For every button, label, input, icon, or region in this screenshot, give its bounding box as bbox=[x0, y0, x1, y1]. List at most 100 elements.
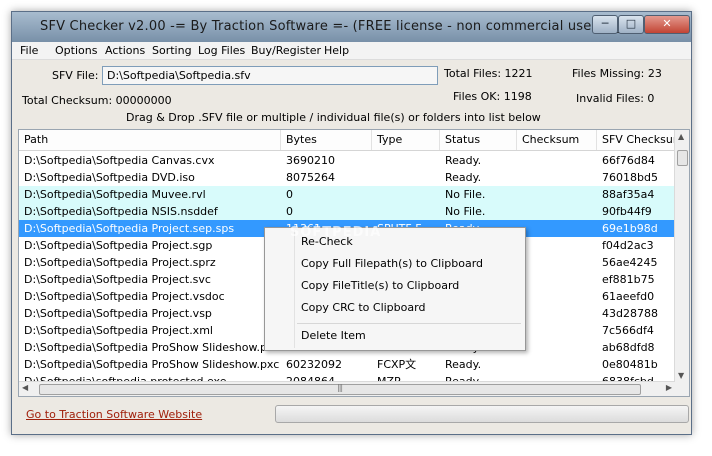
cell-checksum bbox=[517, 237, 597, 254]
menu-actions[interactable]: Actions bbox=[105, 44, 145, 57]
column-checksum[interactable]: Checksum bbox=[517, 130, 597, 150]
menu-bar: File Options Actions Sorting Log Files B… bbox=[12, 42, 691, 60]
cell-checksum bbox=[517, 322, 597, 339]
cell-path: D:\Softpedia\Softpedia NSIS.nsddef bbox=[24, 205, 218, 218]
watermark: SOFTPEDIA bbox=[290, 225, 382, 240]
files-ok: Files OK: 1198 bbox=[453, 90, 532, 103]
cell-sfv-checksum: 43d28788 bbox=[602, 307, 658, 320]
cell-path: D:\Softpedia\Softpedia Project.vsdoc bbox=[24, 290, 225, 303]
context-separator bbox=[297, 323, 521, 324]
menu-buy-register[interactable]: Buy/Register bbox=[251, 44, 321, 57]
context-menu: Re-Check Copy Full Filepath(s) to Clipbo… bbox=[264, 227, 526, 351]
menu-help[interactable]: Help bbox=[324, 44, 349, 57]
scroll-right-icon[interactable]: ▶ bbox=[666, 383, 672, 392]
cell-sfv-checksum: ab68dfd8 bbox=[602, 341, 655, 354]
column-status[interactable]: Status bbox=[440, 130, 517, 150]
context-copy-full-filepath[interactable]: Copy Full Filepath(s) to Clipboard bbox=[301, 257, 483, 270]
cell-type bbox=[372, 186, 440, 203]
total-checksum: Total Checksum: 00000000 bbox=[22, 94, 172, 107]
cell-sfv-checksum: 76018bd5 bbox=[602, 171, 658, 184]
maximize-button[interactable]: □ bbox=[618, 15, 644, 34]
cell-bytes: 0 bbox=[286, 188, 293, 201]
context-delete-item[interactable]: Delete Item bbox=[301, 329, 366, 342]
window-title: SFV Checker v2.00 -= By Traction Softwar… bbox=[40, 19, 630, 34]
cell-bytes: 60232092 bbox=[286, 358, 342, 371]
cell-status: Ready. bbox=[445, 358, 482, 371]
scroll-grip-icon: ||| bbox=[337, 383, 343, 392]
scroll-down-icon[interactable]: ▼ bbox=[678, 371, 684, 380]
cell-checksum bbox=[517, 203, 597, 220]
vertical-scrollbar[interactable]: ▲ ▼ bbox=[674, 130, 689, 382]
cell-sfv-checksum: ef881b75 bbox=[602, 273, 655, 286]
column-type[interactable]: Type bbox=[372, 130, 440, 150]
scrollbar-corner bbox=[675, 382, 689, 396]
sfv-file-field[interactable]: D:\Softpedia\Softpedia.sfv bbox=[102, 66, 438, 85]
cell-status: Ready. bbox=[445, 171, 482, 184]
cell-checksum bbox=[517, 288, 597, 305]
cell-status: No File. bbox=[445, 188, 486, 201]
table-row[interactable]: D:\Softpedia\Softpedia Canvas.cvx 3690210… bbox=[19, 152, 675, 169]
cell-path: D:\Softpedia\Softpedia Project.sprz bbox=[24, 256, 216, 269]
vertical-scroll-thumb[interactable] bbox=[677, 150, 688, 166]
minimize-button[interactable]: ─ bbox=[592, 15, 618, 34]
table-row[interactable]: D:\Softpedia\Softpedia Muvee.rvl 0 No File… bbox=[19, 186, 675, 203]
cell-sfv-checksum: 61aeefd0 bbox=[602, 290, 655, 303]
cell-type bbox=[372, 203, 440, 220]
context-copy-filetitle[interactable]: Copy FileTitle(s) to Clipboard bbox=[301, 279, 459, 292]
cell-sfv-checksum: 69e1b98d bbox=[602, 222, 658, 235]
menu-file[interactable]: File bbox=[20, 44, 38, 57]
cell-sfv-checksum: 90fb44f9 bbox=[602, 205, 652, 218]
cell-path: D:\Softpedia\Softpedia Project.vsp bbox=[24, 307, 212, 320]
scroll-left-icon[interactable]: ◀ bbox=[22, 383, 28, 392]
cell-sfv-checksum: 56ae4245 bbox=[602, 256, 658, 269]
scroll-up-icon[interactable]: ▲ bbox=[678, 132, 684, 141]
cell-path: D:\Softpedia\Softpedia Canvas.cvx bbox=[24, 154, 215, 167]
cell-type: FCXP文 bbox=[377, 358, 417, 371]
cell-checksum bbox=[517, 339, 597, 356]
cell-type bbox=[372, 152, 440, 169]
horizontal-scrollbar[interactable]: ◀ ||| ▶ bbox=[19, 381, 675, 396]
table-row[interactable]: D:\Softpedia\Softpedia NSIS.nsddef 0 No Fi… bbox=[19, 203, 675, 220]
cell-status: No File. bbox=[445, 205, 486, 218]
list-header: Path Bytes Type Status Checksum SFV Chec… bbox=[19, 130, 675, 151]
progress-bar bbox=[275, 405, 689, 423]
cell-sfv-checksum: 88af35a4 bbox=[602, 188, 655, 201]
cell-checksum bbox=[517, 305, 597, 322]
context-copy-crc[interactable]: Copy CRC to Clipboard bbox=[301, 301, 425, 314]
column-bytes[interactable]: Bytes bbox=[281, 130, 372, 150]
cell-path: D:\Softpedia\Softpedia Muvee.rvl bbox=[24, 188, 206, 201]
column-sfv-checksum[interactable]: SFV Checksum bbox=[597, 130, 675, 150]
cell-checksum bbox=[517, 356, 597, 373]
cell-checksum bbox=[517, 169, 597, 186]
traction-website-link[interactable]: Go to Traction Software Website bbox=[26, 408, 202, 421]
menu-log-files[interactable]: Log Files bbox=[198, 44, 245, 57]
table-row[interactable]: D:\Softpedia\Softpedia ProShow Slideshow… bbox=[19, 356, 675, 373]
files-missing: Files Missing: 23 bbox=[572, 67, 662, 80]
menu-sorting[interactable]: Sorting bbox=[152, 44, 192, 57]
cell-checksum bbox=[517, 186, 597, 203]
cell-status: Ready. bbox=[445, 154, 482, 167]
cell-bytes: 0 bbox=[286, 205, 293, 218]
cell-path: D:\Softpedia\Softpedia Project.sgp bbox=[24, 239, 213, 252]
cell-bytes: 3690210 bbox=[286, 154, 335, 167]
context-menu-gutter bbox=[294, 230, 295, 348]
title-bar[interactable]: SFV Checker v2.00 -= By Traction Softwar… bbox=[12, 12, 691, 42]
cell-path: D:\Softpedia\Softpedia ProShow Slideshow… bbox=[24, 341, 280, 354]
menu-options[interactable]: Options bbox=[55, 44, 97, 57]
cell-checksum bbox=[517, 220, 597, 237]
cell-path: D:\Softpedia\Softpedia Project.xml bbox=[24, 324, 213, 337]
cell-checksum bbox=[517, 271, 597, 288]
table-row[interactable]: D:\Softpedia\Softpedia DVD.iso 8075264 Rea… bbox=[19, 169, 675, 186]
cell-sfv-checksum: 0e80481b bbox=[602, 358, 658, 371]
sfv-file-label: SFV File: bbox=[52, 69, 99, 82]
cell-sfv-checksum: f04d2ac3 bbox=[602, 239, 654, 252]
invalid-files: Invalid Files: 0 bbox=[576, 92, 655, 105]
column-path[interactable]: Path bbox=[19, 130, 281, 150]
cell-path: D:\Softpedia\Softpedia Project.svc bbox=[24, 273, 211, 286]
cell-path: D:\Softpedia\Softpedia ProShow Slideshow… bbox=[24, 358, 280, 371]
cell-type bbox=[372, 169, 440, 186]
total-files: Total Files: 1221 bbox=[444, 67, 533, 80]
close-button[interactable]: ✕ bbox=[644, 15, 690, 34]
main-window: SFV Checker v2.00 -= By Traction Softwar… bbox=[11, 11, 692, 435]
cell-sfv-checksum: 7c566df4 bbox=[602, 324, 654, 337]
